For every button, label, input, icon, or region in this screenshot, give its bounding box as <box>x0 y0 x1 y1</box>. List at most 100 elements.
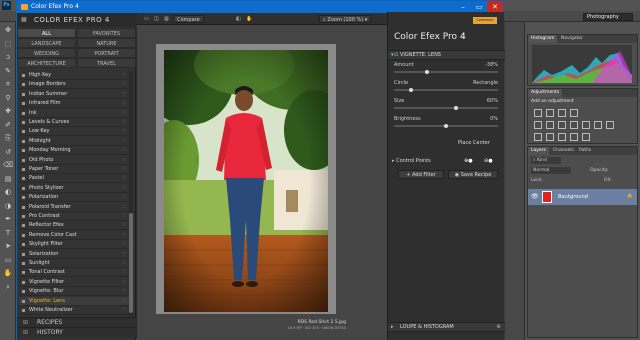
exposure-icon[interactable] <box>570 109 578 117</box>
eye-icon[interactable]: 👁 <box>531 193 539 200</box>
favorite-star-icon[interactable]: ☆ <box>122 203 126 212</box>
tab-paths[interactable]: Paths <box>576 147 594 155</box>
recipes-section[interactable]: ⊞ RECIPES <box>17 317 136 327</box>
panel-menu-icon[interactable]: ▦ <box>21 16 27 23</box>
slider-knob[interactable] <box>425 70 429 74</box>
favorite-star-icon[interactable]: ☆ <box>122 165 126 174</box>
favorite-star-icon[interactable]: ☆ <box>122 240 126 249</box>
healing-icon[interactable]: ✚ <box>3 107 13 116</box>
favorite-star-icon[interactable]: ☆ <box>122 287 126 296</box>
favorite-star-icon[interactable]: ☆ <box>122 250 126 259</box>
filter-item[interactable]: Levels & Curves ☆ <box>19 118 129 127</box>
tab-navigator[interactable]: Navigator <box>558 35 586 43</box>
hand-icon[interactable]: ✋ <box>243 15 255 23</box>
slider-track[interactable] <box>394 71 498 73</box>
move-icon[interactable]: ✥ <box>3 26 13 35</box>
category-tab[interactable]: FAVORITES <box>77 28 136 38</box>
favorite-star-icon[interactable]: ☆ <box>122 156 126 165</box>
marquee-icon[interactable]: ⬚ <box>3 40 13 49</box>
history-section[interactable]: ⊞ HISTORY <box>17 327 136 337</box>
favorite-star-icon[interactable]: ☆ <box>122 278 126 287</box>
filter-item[interactable]: Infrared Film ☆ <box>19 99 129 109</box>
blend-mode-select[interactable]: Normal <box>531 167 571 174</box>
favorite-star-icon[interactable]: ☆ <box>122 259 126 268</box>
filter-item[interactable]: Ink ☆ <box>19 109 129 118</box>
category-tab[interactable]: ARCHITECTURE <box>17 58 76 68</box>
favorite-star-icon[interactable]: ☆ <box>122 146 126 155</box>
filter-item[interactable]: Pro Contrast ☆ <box>19 212 129 221</box>
filter-item[interactable]: Remove Color Cast ☆ <box>19 231 129 240</box>
eyedropper-icon[interactable]: ⚲ <box>3 94 13 103</box>
category-tab[interactable]: LANDSCAPE <box>17 38 76 48</box>
filter-item[interactable]: Paper Toner ☆ <box>19 165 129 174</box>
filter-item[interactable]: Indian Summer ☆ <box>19 90 129 99</box>
zoom-select[interactable]: ⌕ Zoom (100 %) ▾ <box>319 15 372 23</box>
category-tab[interactable]: ALL <box>17 28 76 38</box>
type-icon[interactable]: T <box>3 229 13 238</box>
tab-adjustments[interactable]: Adjustments <box>528 89 563 97</box>
category-tab[interactable]: NATURE <box>77 38 136 48</box>
channel-mixer-icon[interactable] <box>594 121 602 129</box>
color-balance-icon[interactable] <box>558 121 566 129</box>
add-filter-button[interactable]: + Add Filter <box>398 170 444 179</box>
levels-icon[interactable] <box>546 109 554 117</box>
filter-item[interactable]: Old Photo ☆ <box>19 156 129 165</box>
gradient-icon[interactable]: ▤ <box>3 175 13 184</box>
loupe-histogram-section[interactable]: ▸ LOUPE & HISTOGRAM ⚙ <box>388 322 505 332</box>
favorite-star-icon[interactable]: ☆ <box>122 174 126 183</box>
favorite-star-icon[interactable]: ☆ <box>122 184 126 193</box>
layer-kind-filter[interactable]: ⌕ Kind <box>531 157 561 164</box>
filter-scroll-thumb[interactable] <box>129 213 133 313</box>
photo-filter-icon[interactable] <box>582 121 590 129</box>
filter-item[interactable]: Vignette Filter ☆ <box>19 278 129 287</box>
favorite-star-icon[interactable]: ☆ <box>122 306 126 315</box>
filter-item[interactable]: Reflector Efex ☆ <box>19 221 129 231</box>
eraser-icon[interactable]: ⌫ <box>3 161 13 170</box>
filter-item[interactable]: Polaroid Transfer ☆ <box>19 203 129 212</box>
compare-button[interactable]: Compare <box>173 15 204 23</box>
side-by-side-icon[interactable]: ▥ <box>161 15 172 23</box>
quick-select-icon[interactable]: ✎ <box>3 67 13 76</box>
layer-row-background[interactable]: 👁 Background 🔒 <box>528 189 637 205</box>
slider-track[interactable] <box>394 107 498 109</box>
workspace-select[interactable]: Photography <box>583 13 633 21</box>
filter-item[interactable]: Solarization ☆ <box>19 250 129 259</box>
favorite-star-icon[interactable]: ☆ <box>122 221 126 230</box>
save-recipe-button[interactable]: ◉ Save Recipe <box>448 170 498 179</box>
slider-knob[interactable] <box>454 106 458 110</box>
favorite-star-icon[interactable]: ☆ <box>122 297 126 306</box>
filter-item[interactable]: Vignette: Lens ☆ <box>19 296 129 306</box>
vignette-lens-section[interactable]: ▾ ☑ VIGNETTE: LENS <box>388 50 505 60</box>
layer-name[interactable]: Background <box>558 194 588 200</box>
favorite-star-icon[interactable]: ☆ <box>122 118 126 127</box>
tab-histogram[interactable]: Histogram <box>528 35 558 43</box>
favorite-star-icon[interactable]: ☆ <box>122 127 126 136</box>
brightness-contrast-icon[interactable] <box>534 109 542 117</box>
slider-knob[interactable] <box>444 124 448 128</box>
vibrance-icon[interactable] <box>534 121 542 129</box>
favorite-star-icon[interactable]: ☆ <box>122 268 126 277</box>
tab-layers[interactable]: Layers <box>528 147 549 155</box>
stamp-icon[interactable]: ⎘ <box>3 134 13 143</box>
filter-item[interactable]: Photo Stylizer ☆ <box>19 184 129 193</box>
posterize-icon[interactable] <box>546 133 554 141</box>
favorite-star-icon[interactable]: ☆ <box>122 231 126 240</box>
lasso-icon[interactable]: ↄ <box>3 53 13 62</box>
settings-icon[interactable]: ⚙ <box>497 323 501 332</box>
hue-saturation-icon[interactable] <box>546 121 554 129</box>
favorite-star-icon[interactable]: ☆ <box>122 90 126 99</box>
favorite-star-icon[interactable]: ☆ <box>122 80 126 89</box>
filter-item[interactable]: Pastel ☆ <box>19 174 129 184</box>
path-select-icon[interactable]: ➤ <box>3 242 13 251</box>
hand-icon[interactable]: ✋ <box>3 269 13 278</box>
remove-control-point-icon[interactable]: ⊖● <box>484 156 493 166</box>
category-tab[interactable]: WEDDING <box>17 48 76 58</box>
filter-item[interactable]: Midnight ☆ <box>19 137 129 146</box>
filter-item[interactable]: Monday Morning ☆ <box>19 146 129 156</box>
slider-knob[interactable] <box>409 88 413 92</box>
favorite-star-icon[interactable]: ☆ <box>122 193 126 202</box>
blur-icon[interactable]: ◐ <box>3 188 13 197</box>
filter-item[interactable]: High Key ☆ <box>19 71 129 80</box>
control-points-row[interactable]: ▸ Control Points ⊕● ⊖● <box>392 156 501 166</box>
filter-item[interactable]: Image Borders ☆ <box>19 80 129 90</box>
